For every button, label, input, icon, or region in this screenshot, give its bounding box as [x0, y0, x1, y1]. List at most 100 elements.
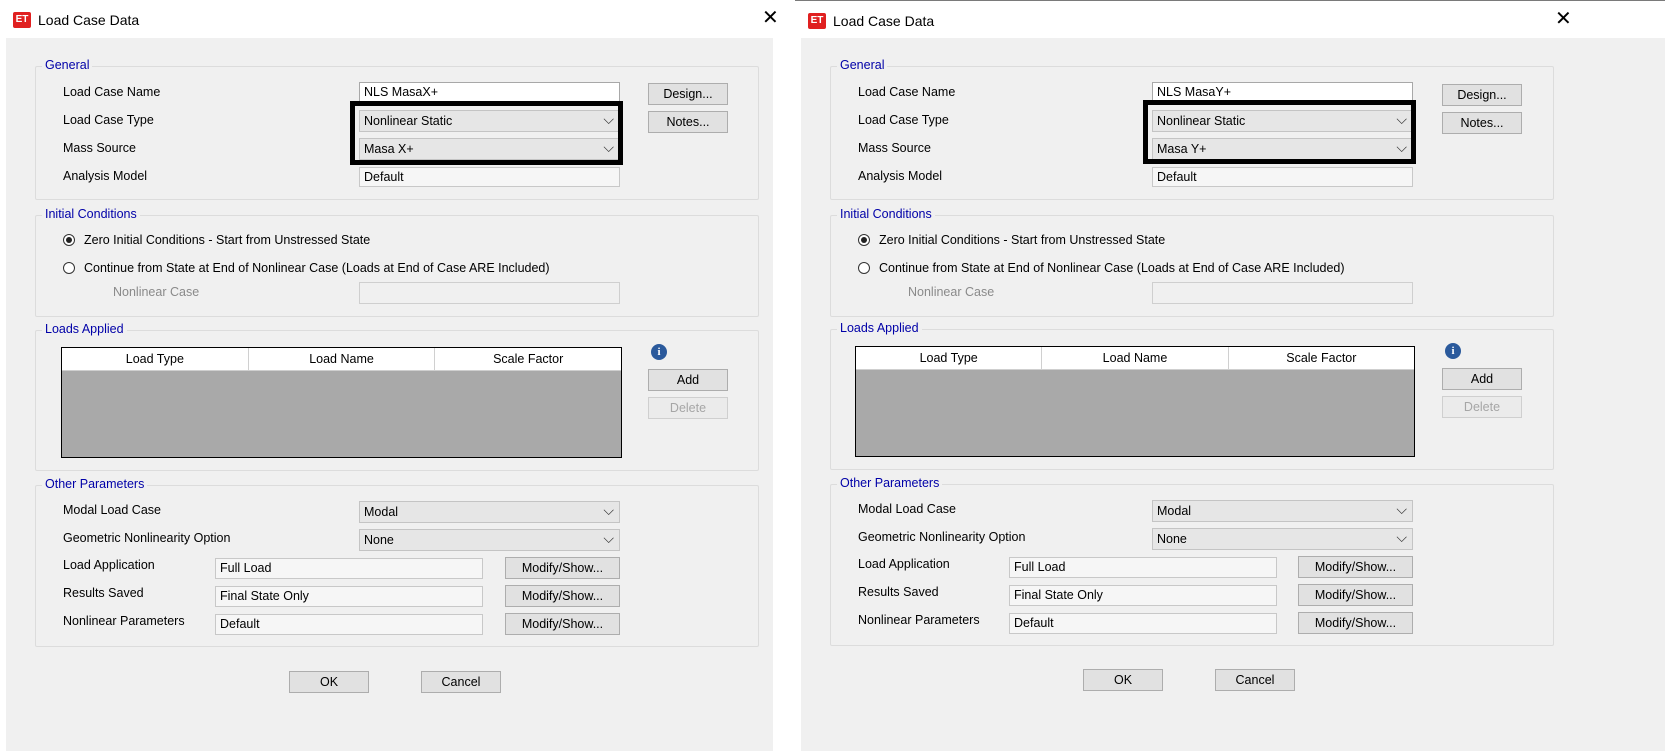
column-header-load-name[interactable]: Load Name: [1042, 347, 1229, 369]
dialog-body: General Load Case Name NLS MasaY+ Load C…: [801, 38, 1665, 751]
modal-load-case-label: Modal Load Case: [63, 503, 161, 517]
geometric-nonlinearity-label: Geometric Nonlinearity Option: [63, 531, 231, 545]
general-group: General Load Case Name NLS MasaY+ Load C…: [830, 58, 1554, 200]
group-title-loads-applied: Loads Applied: [42, 322, 127, 336]
ok-button[interactable]: OK: [289, 671, 369, 693]
notes-button[interactable]: Notes...: [1442, 112, 1522, 134]
group-title-loads-applied: Loads Applied: [837, 321, 922, 335]
nonlinear-parameters-label: Nonlinear Parameters: [63, 614, 185, 628]
nonlinear-parameters-label: Nonlinear Parameters: [858, 613, 980, 627]
load-case-name-label: Load Case Name: [63, 85, 161, 99]
zero-initial-label: Zero Initial Conditions - Start from Uns…: [879, 233, 1166, 247]
zero-initial-radio[interactable]: [63, 234, 75, 246]
loads-table[interactable]: Load Type Load Name Scale Factor: [855, 346, 1415, 457]
analysis-model-label: Analysis Model: [858, 169, 943, 183]
title-bar: ET Load Case Data ✕: [0, 0, 785, 38]
load-case-dialog-right: ET Load Case Data ✕ General Load Case Na…: [795, 0, 1665, 751]
dialog-title: Load Case Data: [38, 12, 140, 28]
modify-show-nonlinear-parameters-button[interactable]: Modify/Show...: [1298, 612, 1413, 634]
group-title-other-parameters: Other Parameters: [42, 477, 148, 491]
column-header-scale-factor[interactable]: Scale Factor: [435, 348, 621, 370]
close-icon[interactable]: ✕: [762, 8, 779, 28]
etabs-app-icon: ET: [808, 13, 826, 29]
load-case-name-label: Load Case Name: [858, 85, 956, 99]
load-application-label: Load Application: [63, 558, 155, 572]
loads-applied-group: Loads Applied Load Type Load Name Scale …: [35, 322, 759, 471]
modify-show-results-saved-button[interactable]: Modify/Show...: [1298, 584, 1413, 606]
column-header-scale-factor[interactable]: Scale Factor: [1229, 347, 1414, 369]
geometric-nonlinearity-dropdown[interactable]: None ⌵: [1152, 528, 1413, 550]
modify-show-nonlinear-parameters-button[interactable]: Modify/Show...: [505, 613, 620, 635]
modal-load-case-dropdown[interactable]: Modal ⌵: [359, 501, 620, 523]
info-icon[interactable]: i: [651, 344, 667, 360]
load-case-type-label: Load Case Type: [63, 113, 154, 127]
geometric-nonlinearity-dropdown[interactable]: None ⌵: [359, 529, 620, 551]
highlight-box: [1143, 100, 1416, 164]
initial-conditions-group: Initial Conditions Zero Initial Conditio…: [830, 207, 1554, 317]
title-bar: ET Load Case Data ✕: [795, 0, 1665, 39]
column-header-load-name[interactable]: Load Name: [249, 348, 436, 370]
results-saved-field: Final State Only: [1009, 585, 1277, 606]
mass-source-label: Mass Source: [858, 141, 931, 155]
notes-button[interactable]: Notes...: [648, 111, 728, 133]
etabs-app-icon: ET: [13, 12, 31, 28]
other-parameters-group: Other Parameters Modal Load Case Modal ⌵…: [35, 477, 759, 647]
results-saved-field: Final State Only: [215, 586, 483, 607]
mass-source-label: Mass Source: [63, 141, 136, 155]
continue-state-label: Continue from State at End of Nonlinear …: [879, 261, 1345, 275]
close-icon[interactable]: ✕: [1555, 9, 1572, 29]
modify-show-load-application-button[interactable]: Modify/Show...: [505, 557, 620, 579]
add-button[interactable]: Add: [648, 369, 728, 391]
load-application-label: Load Application: [858, 557, 950, 571]
continue-state-label: Continue from State at End of Nonlinear …: [84, 261, 550, 275]
initial-conditions-group: Initial Conditions Zero Initial Conditio…: [35, 207, 759, 317]
load-case-type-label: Load Case Type: [858, 113, 949, 127]
results-saved-label: Results Saved: [858, 585, 939, 599]
load-case-dialog-left: ET Load Case Data ✕ General Load Case Na…: [0, 0, 785, 751]
dialog-body: General Load Case Name NLS MasaX+ Load C…: [6, 38, 773, 751]
info-icon[interactable]: i: [1445, 343, 1461, 359]
continue-state-radio[interactable]: [858, 262, 870, 274]
highlight-box: [350, 101, 623, 165]
nonlinear-case-field: [359, 282, 620, 304]
geometric-nonlinearity-value: None: [1157, 532, 1187, 546]
delete-button: Delete: [1442, 396, 1522, 418]
modal-load-case-value: Modal: [1157, 504, 1192, 518]
modify-show-results-saved-button[interactable]: Modify/Show...: [505, 585, 620, 607]
modal-load-case-dropdown[interactable]: Modal ⌵: [1152, 500, 1413, 522]
nonlinear-case-field: [1152, 282, 1413, 304]
load-case-name-field[interactable]: NLS MasaX+: [359, 82, 620, 102]
chevron-down-icon: ⌵: [603, 530, 614, 546]
chevron-down-icon: ⌵: [1396, 501, 1407, 517]
modify-show-load-application-button[interactable]: Modify/Show...: [1298, 556, 1413, 578]
group-title-other-parameters: Other Parameters: [837, 476, 943, 490]
column-header-load-type[interactable]: Load Type: [856, 347, 1043, 369]
nonlinear-case-label: Nonlinear Case: [113, 285, 200, 299]
add-button[interactable]: Add: [1442, 368, 1522, 390]
general-group: General Load Case Name NLS MasaX+ Load C…: [35, 58, 759, 200]
load-application-field: Full Load: [1009, 557, 1277, 578]
group-title-general: General: [837, 58, 888, 72]
cancel-button[interactable]: Cancel: [421, 671, 501, 693]
analysis-model-label: Analysis Model: [63, 169, 148, 183]
nonlinear-case-label: Nonlinear Case: [908, 285, 995, 299]
chevron-down-icon: ⌵: [603, 502, 614, 518]
cancel-button[interactable]: Cancel: [1215, 669, 1295, 691]
zero-initial-label: Zero Initial Conditions - Start from Uns…: [84, 233, 371, 247]
analysis-model-field: Default: [1152, 167, 1413, 187]
continue-state-radio[interactable]: [63, 262, 75, 274]
dialog-title: Load Case Data: [833, 13, 935, 29]
nonlinear-parameters-field: Default: [1009, 613, 1277, 634]
ok-button[interactable]: OK: [1083, 669, 1163, 691]
loads-table[interactable]: Load Type Load Name Scale Factor: [61, 347, 622, 458]
column-header-load-type[interactable]: Load Type: [62, 348, 249, 370]
design-button[interactable]: Design...: [648, 83, 728, 105]
geometric-nonlinearity-value: None: [364, 533, 394, 547]
zero-initial-radio[interactable]: [858, 234, 870, 246]
load-case-name-field[interactable]: NLS MasaY+: [1152, 82, 1413, 102]
design-button[interactable]: Design...: [1442, 84, 1522, 106]
group-title-initial-conditions: Initial Conditions: [837, 207, 935, 221]
group-title-initial-conditions: Initial Conditions: [42, 207, 140, 221]
chevron-down-icon: ⌵: [1396, 529, 1407, 545]
analysis-model-field: Default: [359, 167, 620, 187]
